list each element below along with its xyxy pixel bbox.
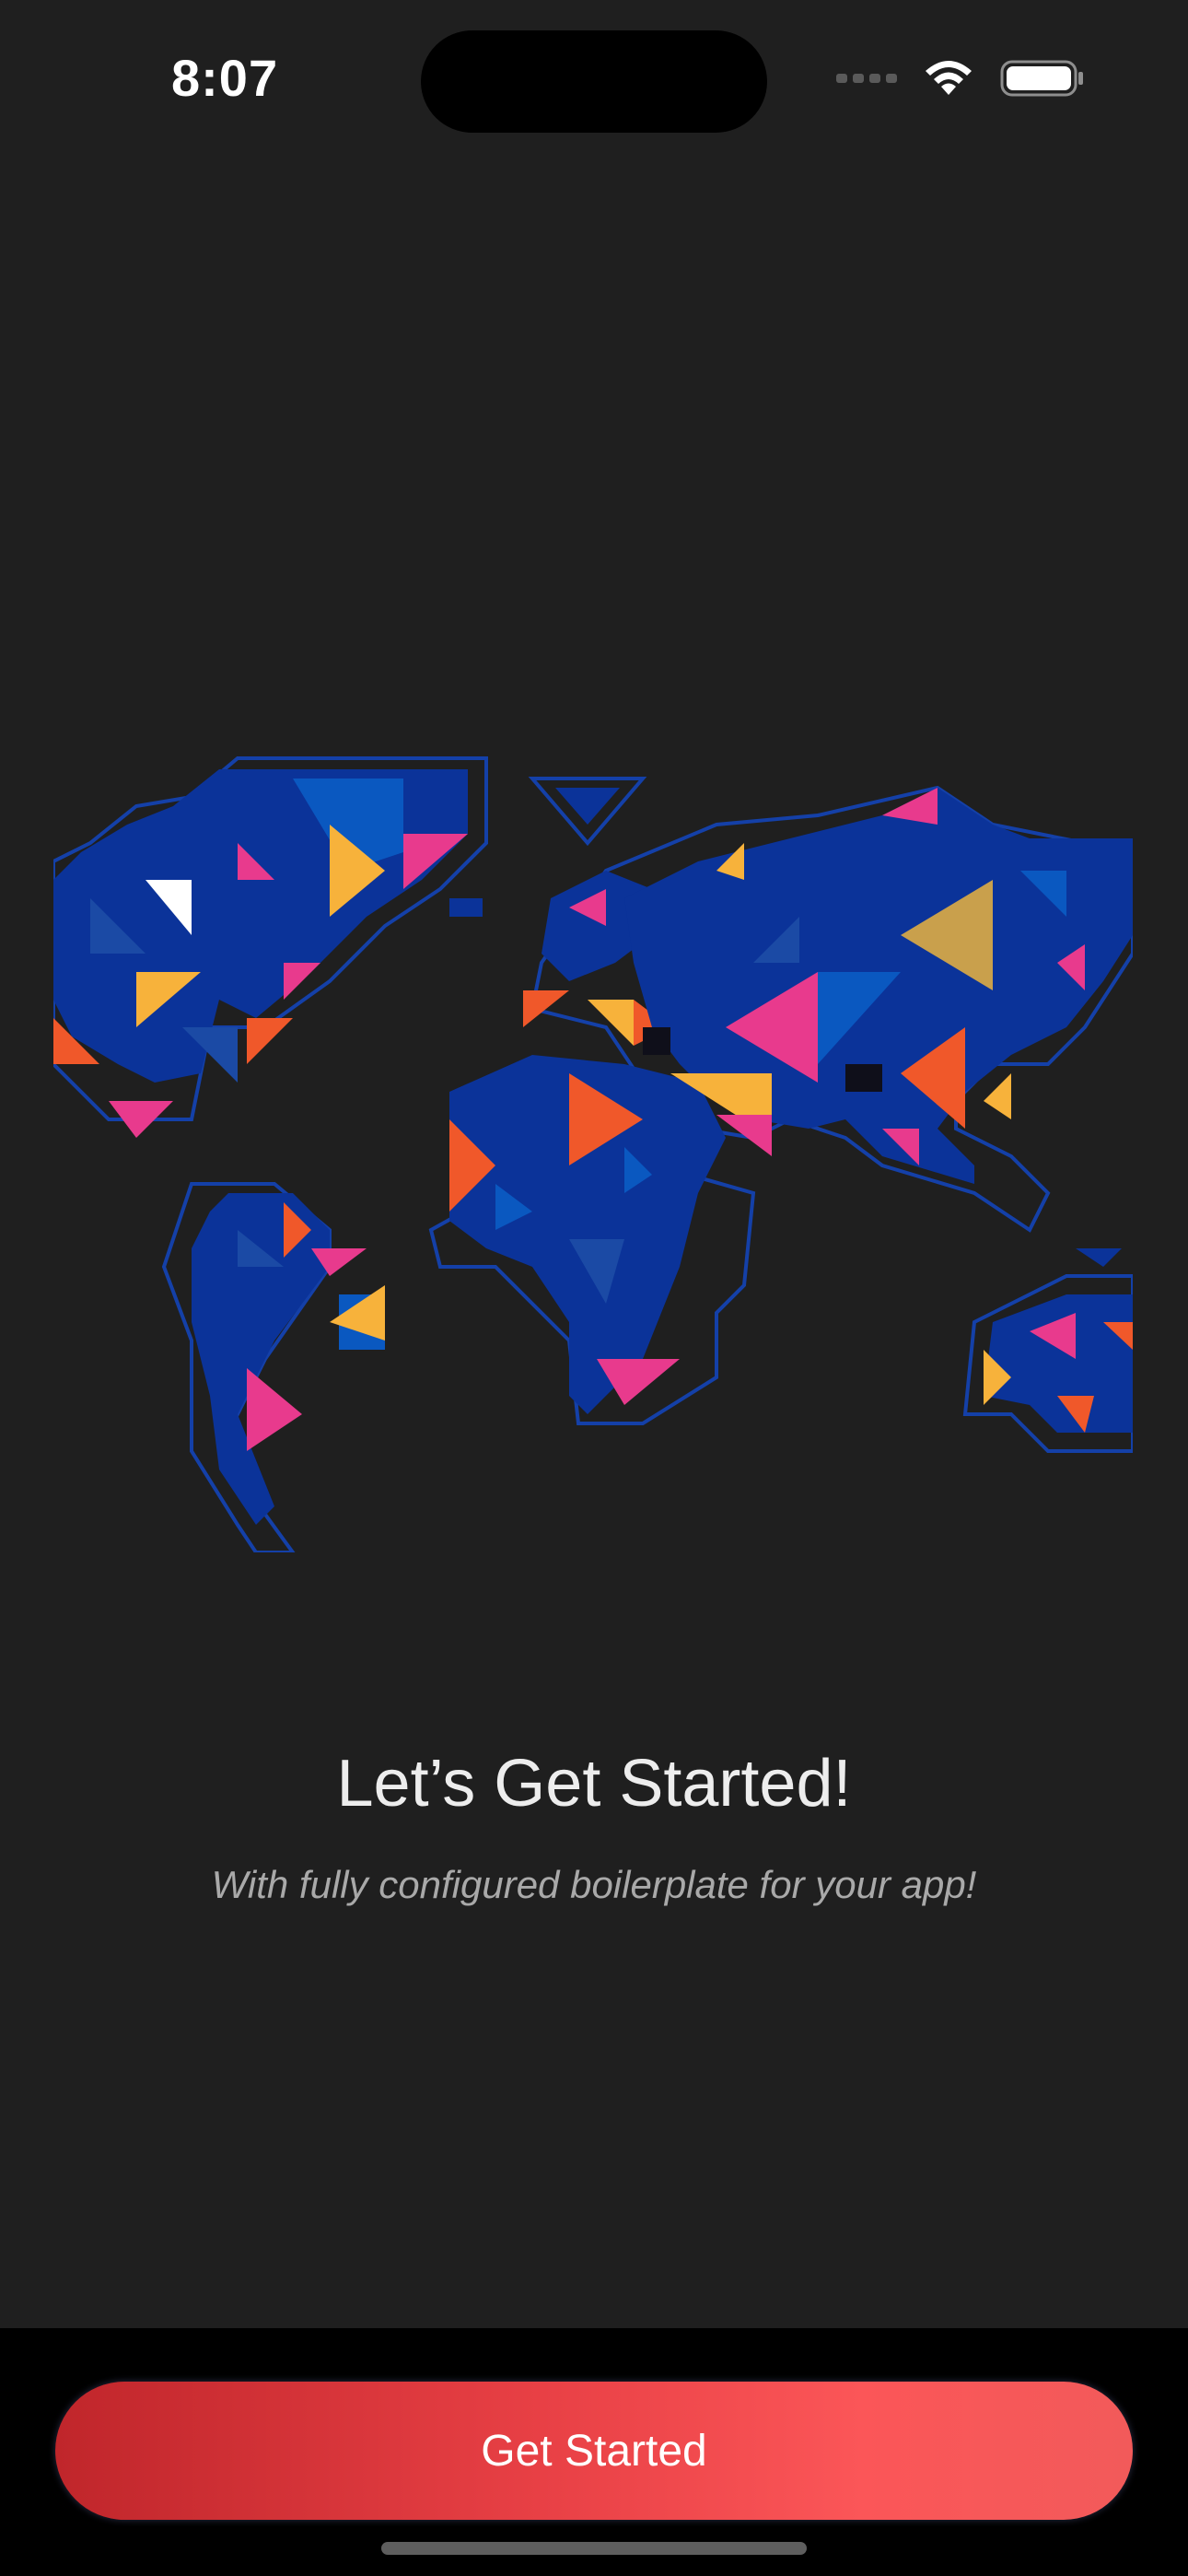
status-bar: 8:07 [0,0,1188,157]
battery-icon [1000,60,1083,97]
home-indicator[interactable] [381,2542,807,2555]
status-icons [836,55,1085,101]
onboarding-title: Let’s Get Started! [336,1747,852,1821]
onboarding-subtitle: With fully configured boilerplate for yo… [211,1863,977,1906]
world-map-icon [52,756,1135,1554]
cellular-signal-icon [836,74,897,83]
status-time: 8:07 [171,49,279,107]
onboarding-screen: 8:07 Let’s Get Started! With fully confi… [0,0,1188,2576]
dynamic-island [421,30,767,133]
world-map-illustration [52,751,1135,1554]
get-started-button[interactable]: Get Started [55,2382,1133,2520]
wifi-icon [926,61,972,95]
